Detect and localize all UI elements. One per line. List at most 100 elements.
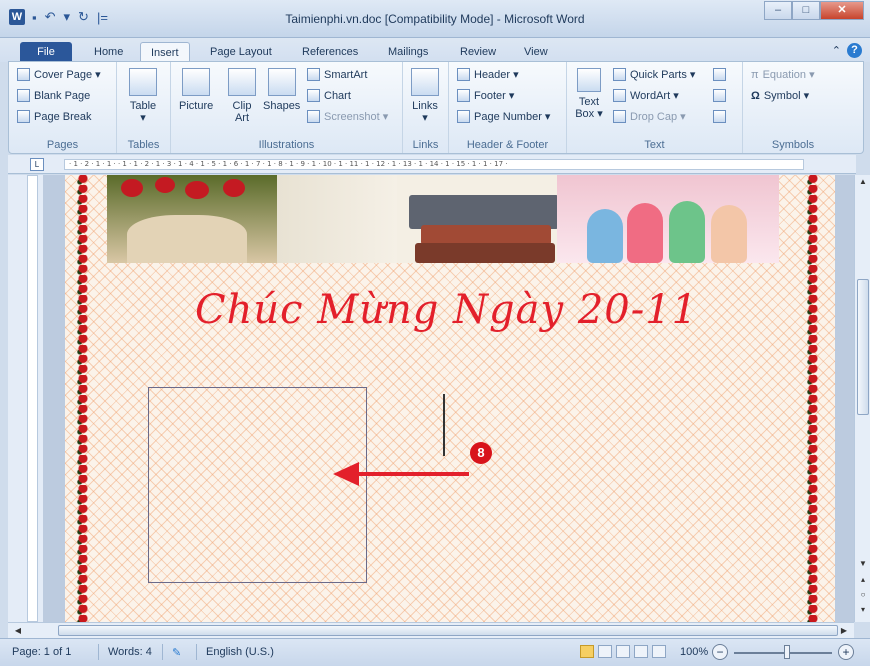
- blank-page-button[interactable]: Blank Page: [17, 89, 90, 102]
- next-page-icon[interactable]: ▾: [855, 603, 870, 617]
- tab-home[interactable]: Home: [84, 42, 133, 62]
- signature-line-button[interactable]: [713, 68, 726, 81]
- text-box-icon: [577, 68, 601, 92]
- picture-button[interactable]: Picture: [179, 68, 213, 112]
- symbol-button[interactable]: Ω Symbol ▾: [751, 89, 809, 103]
- web-layout-view-icon[interactable]: [616, 645, 630, 658]
- drop-cap-button[interactable]: Drop Cap ▾: [613, 110, 686, 123]
- date-time-button[interactable]: [713, 89, 726, 102]
- cover-page-label: Cover Page ▾: [34, 69, 101, 81]
- group-header-footer: Header ▾ Footer ▾ Page Number ▾ Header &…: [449, 62, 567, 153]
- page-break-button[interactable]: Page Break: [17, 110, 91, 123]
- cover-page-button[interactable]: Cover Page ▾: [17, 68, 101, 81]
- chart-icon: [307, 89, 320, 102]
- equation-button[interactable]: π Equation ▾: [751, 68, 815, 82]
- paper-background-image: [277, 175, 397, 263]
- minimize-button[interactable]: –: [764, 1, 792, 20]
- select-browse-object-icon[interactable]: ○: [855, 588, 870, 602]
- full-screen-reading-view-icon[interactable]: [598, 645, 612, 658]
- status-bar: Page: 1 of 1 Words: 4 ✎ English (U.S.) 1…: [0, 638, 870, 666]
- rose-flower: [121, 179, 143, 197]
- tab-review[interactable]: Review: [450, 42, 506, 62]
- ribbon-insert: Cover Page ▾ Blank Page Page Break Pages…: [8, 61, 864, 154]
- page-count-status[interactable]: Page: 1 of 1: [12, 646, 71, 658]
- horizontal-scrollbar[interactable]: ◀ ▶: [8, 622, 854, 638]
- rose-flower: [185, 181, 209, 199]
- wordart-label: WordArt ▾: [630, 90, 679, 102]
- maximize-button[interactable]: □: [792, 1, 820, 20]
- tab-insert[interactable]: Insert: [140, 42, 190, 62]
- girl-figure: [711, 205, 747, 263]
- status-divider: [162, 644, 163, 660]
- clip-art-icon: [228, 68, 256, 96]
- zoom-slider-track[interactable]: [734, 652, 832, 654]
- zoom-level[interactable]: 100%: [680, 646, 708, 658]
- document-canvas: Chúc Mừng Ngày 20-11 8: [43, 175, 854, 622]
- girl-figure: [669, 201, 705, 263]
- previous-page-icon[interactable]: ▴: [855, 573, 870, 587]
- tab-file[interactable]: File: [20, 42, 72, 62]
- document-page[interactable]: Chúc Mừng Ngày 20-11 8: [65, 175, 835, 622]
- scroll-down-icon[interactable]: ▼: [855, 557, 870, 571]
- outline-view-icon[interactable]: [634, 645, 648, 658]
- footer-icon: [457, 89, 470, 102]
- zoom-in-icon[interactable]: +: [838, 644, 854, 660]
- language-status[interactable]: English (U.S.): [206, 646, 274, 658]
- page-break-label: Page Break: [34, 110, 92, 123]
- girls-illustration-image: [557, 175, 779, 263]
- quick-parts-button[interactable]: Quick Parts ▾: [613, 68, 695, 81]
- vertical-ruler-scale[interactable]: [27, 175, 38, 622]
- links-label: Links: [412, 100, 438, 112]
- links-button[interactable]: Links ▾: [411, 68, 439, 124]
- word-count-status[interactable]: Words: 4: [108, 646, 152, 658]
- table-button[interactable]: Table ▾: [129, 68, 157, 124]
- text-box-button[interactable]: Text Box ▾: [573, 68, 605, 120]
- scroll-right-icon[interactable]: ▶: [836, 624, 852, 638]
- draft-view-icon[interactable]: [652, 645, 666, 658]
- document-heading[interactable]: Chúc Mừng Ngày 20-11: [195, 287, 698, 333]
- zoom-out-icon[interactable]: −: [712, 644, 728, 660]
- close-button[interactable]: ✕: [820, 1, 864, 20]
- tab-page-layout[interactable]: Page Layout: [200, 42, 282, 62]
- tab-selector-button[interactable]: L: [30, 158, 44, 171]
- ruler-scale[interactable]: · 1 · 2 · 1 · 1 · · 1 · 1 · 2 · 1 · 3 · …: [64, 159, 804, 170]
- clip-art-button[interactable]: Clip Art: [225, 68, 259, 124]
- group-label-text: Text: [644, 139, 665, 151]
- zoom-slider-thumb[interactable]: [784, 645, 790, 659]
- horizontal-scroll-thumb[interactable]: [58, 625, 838, 636]
- scroll-left-icon[interactable]: ◀: [10, 624, 26, 638]
- tab-mailings[interactable]: Mailings: [378, 42, 438, 62]
- screenshot-button[interactable]: Screenshot ▾: [307, 110, 388, 123]
- minimize-ribbon-icon[interactable]: ⌃: [832, 44, 841, 57]
- proofing-icon[interactable]: ✎: [172, 646, 181, 659]
- tab-references[interactable]: References: [292, 42, 368, 62]
- screenshot-label: Screenshot ▾: [324, 111, 389, 123]
- drop-cap-icon: [613, 110, 626, 123]
- smartart-button[interactable]: SmartArt: [307, 68, 367, 81]
- chart-button[interactable]: Chart: [307, 89, 351, 102]
- window-controls: – □ ✕: [764, 1, 864, 20]
- header-button[interactable]: Header ▾: [457, 68, 519, 81]
- object-button[interactable]: [713, 110, 726, 123]
- shapes-button[interactable]: Shapes: [263, 68, 300, 112]
- wordart-button[interactable]: WordArt ▾: [613, 89, 679, 102]
- shapes-icon: [267, 68, 296, 96]
- girl-figure: [627, 203, 663, 263]
- picture-label: Picture: [179, 100, 214, 112]
- footer-button[interactable]: Footer ▾: [457, 89, 514, 102]
- vertical-scroll-thumb[interactable]: [857, 279, 869, 415]
- tab-view[interactable]: View: [514, 42, 558, 62]
- rose-flower: [155, 177, 175, 193]
- girl-figure: [587, 209, 623, 263]
- annotation-arrow-head: [333, 462, 359, 486]
- print-layout-view-icon[interactable]: [580, 645, 594, 658]
- book-shape: [415, 243, 555, 263]
- object-icon: [713, 110, 726, 123]
- help-icon[interactable]: ?: [847, 43, 862, 58]
- rose-border-right: [805, 175, 821, 622]
- page-number-button[interactable]: Page Number ▾: [457, 110, 550, 123]
- scroll-up-icon[interactable]: ▲: [855, 175, 870, 189]
- vertical-scrollbar[interactable]: ▲ ▼ ▴ ○ ▾: [854, 175, 870, 622]
- picture-icon: [182, 68, 211, 96]
- pi-icon: π: [751, 68, 759, 81]
